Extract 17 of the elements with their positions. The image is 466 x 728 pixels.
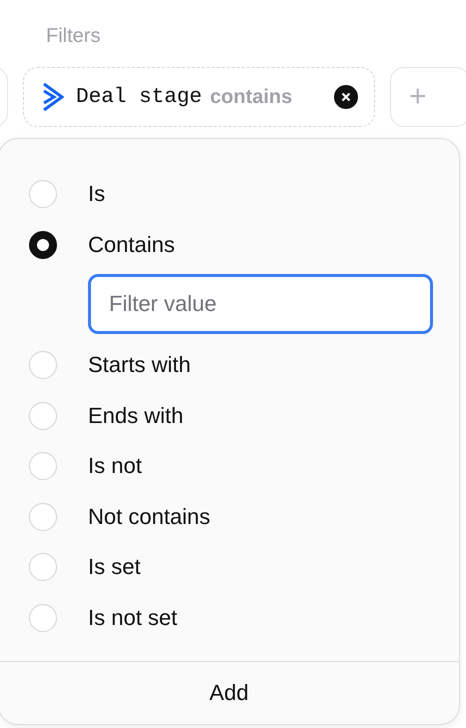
input-field[interactable]: Filter value: [88, 274, 433, 334]
option-label[interactable]: Starts with: [88, 352, 191, 378]
option-label[interactable]: Is: [88, 181, 106, 208]
option-label[interactable]: Not contains: [88, 504, 210, 530]
field-name: Deal stage: [76, 86, 202, 108]
option-label[interactable]: Is not set: [88, 604, 178, 631]
filter-chip[interactable]: Deal stage contains: [23, 67, 375, 127]
operator-name: contains: [210, 86, 292, 108]
option-label[interactable]: Contains: [88, 232, 175, 258]
option-label[interactable]: Is set: [88, 554, 141, 580]
add-button[interactable]: Add: [199, 676, 259, 710]
radio-button[interactable]: [29, 230, 57, 259]
option-label[interactable]: Is not: [88, 453, 142, 480]
close-icon[interactable]: [334, 85, 358, 109]
double-chevron-icon: [42, 82, 64, 112]
section-label: Filters: [46, 24, 102, 48]
option-label[interactable]: Ends with: [88, 402, 184, 429]
